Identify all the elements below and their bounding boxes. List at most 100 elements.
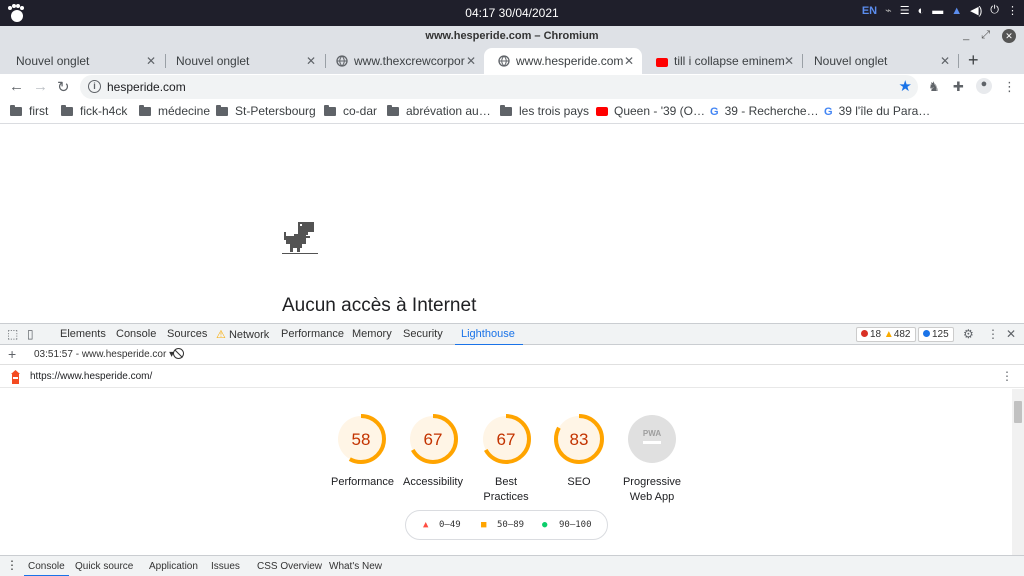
bookmark-label: 39 l'île du Para… [838, 104, 931, 118]
inspect-element-icon[interactable]: ⬚ [7, 327, 18, 341]
bookmark-star-icon[interactable]: ★ [899, 77, 912, 95]
score-label: Best Practices [483, 476, 529, 503]
close-tab-icon[interactable]: ✕ [466, 54, 476, 68]
drawer-tab-whats-new[interactable]: What's New [329, 561, 382, 572]
scrollbar-thumb[interactable] [1014, 401, 1022, 423]
close-tab-icon[interactable]: ✕ [624, 54, 634, 68]
drawer-tab-css-overview[interactable]: CSS Overview [257, 561, 322, 572]
network-off-icon[interactable]: ⌁ [885, 4, 892, 17]
dino-icon[interactable] [282, 222, 318, 256]
warning-count: 482 [893, 329, 911, 340]
address-bar[interactable]: i hesperide.com ★ [80, 75, 918, 99]
profile-avatar-icon[interactable]: ● [976, 78, 992, 94]
devtools-tab-lighthouse[interactable]: Lighthouse [455, 328, 523, 346]
bookmark-folder[interactable]: fick-h4ck [61, 104, 127, 118]
devtools-tab-console[interactable]: Console [116, 328, 156, 340]
drawer-tab-quick-source[interactable]: Quick source [75, 561, 133, 572]
drawer-tab-issues[interactable]: Issues [211, 561, 240, 572]
tab[interactable]: Nouvel onglet ✕ [162, 48, 324, 74]
menu-icon[interactable]: ☰ [900, 4, 910, 17]
device-toolbar-icon[interactable]: ▯ [27, 327, 34, 341]
drawer-tab-console[interactable]: Console [24, 561, 69, 576]
devtools-tab-security[interactable]: Security [403, 328, 443, 340]
tab[interactable]: Nouvel onglet ✕ [2, 48, 164, 74]
devtools-settings-icon[interactable]: ⚙ [963, 327, 974, 341]
tab[interactable]: till i collapse eminem ✕ [642, 48, 802, 74]
close-tab-icon[interactable]: ✕ [306, 54, 316, 68]
bookmark-item[interactable]: Queen - '39 (O… [596, 104, 705, 118]
address-url[interactable]: hesperide.com [107, 80, 186, 94]
keyboard-layout[interactable]: EN [862, 5, 877, 17]
tab[interactable]: Nouvel onglet ✕ [800, 48, 958, 74]
devtools-tab-network[interactable]: ⚠ Network [216, 328, 269, 341]
legend-pass-range: 90–100 [559, 520, 592, 530]
devtools-tab-elements[interactable]: Elements [60, 328, 106, 340]
bookmark-item[interactable]: G 39 l'île du Para… [824, 104, 930, 118]
error-icon [861, 330, 868, 337]
report-more-icon[interactable]: ⋮ [1001, 369, 1013, 383]
folder-icon [216, 105, 228, 116]
maximize-icon[interactable]: ⤢ [981, 29, 990, 43]
new-report-button[interactable]: + [8, 346, 16, 362]
lighthouse-icon [11, 370, 20, 384]
close-tab-icon[interactable]: ✕ [146, 54, 156, 68]
notification-icon[interactable]: ▲ [951, 5, 962, 17]
score-gauge-performance[interactable]: 58 Performance [331, 409, 394, 490]
browser-menu-icon[interactable]: ⋮ [1003, 79, 1016, 95]
power-icon[interactable]: ⏻ [990, 4, 999, 17]
legend-average-range: 50–89 [497, 520, 525, 530]
tab-label: Nouvel onglet [176, 54, 250, 68]
site-info-icon[interactable]: i [88, 80, 101, 93]
tab[interactable]: www.thexcrewcorpor ✕ [322, 48, 484, 74]
puzzle-extensions-icon[interactable]: ✚ [953, 79, 964, 95]
report-select-value: 03:51:57 - www.hesperide.cor [34, 349, 167, 360]
score-gauge-accessibility[interactable]: 67 Accessibility [403, 409, 463, 490]
reload-button[interactable]: ↻ [57, 78, 70, 96]
new-tab-button[interactable]: + [968, 50, 979, 71]
bookmark-folder[interactable]: St-Petersbourg [216, 104, 316, 118]
volume-icon[interactable]: ◀) [970, 4, 982, 17]
tab-label: Nouvel onglet [16, 54, 90, 68]
pass-circle-icon: ● [542, 520, 548, 530]
bookmark-label: abrévation au… [406, 104, 491, 118]
bookmark-folder[interactable]: co-dar [324, 104, 377, 118]
back-button[interactable]: ← [9, 78, 24, 95]
folder-icon[interactable]: ▬ [932, 5, 943, 17]
bookmark-folder[interactable]: abrévation au… [387, 104, 491, 118]
score-gauge-seo[interactable]: 83 SEO [549, 409, 609, 490]
bookmark-folder[interactable]: médecine [139, 104, 210, 118]
minimize-icon[interactable]: _ [963, 29, 969, 43]
bookmark-folder[interactable]: les trois pays [500, 104, 589, 118]
devtools-tab-performance[interactable]: Performance [281, 328, 344, 340]
close-tab-icon[interactable]: ✕ [940, 54, 950, 68]
issue-counts[interactable]: 18 ▲482 [856, 327, 916, 342]
pwa-badge-text: PWA [643, 429, 661, 438]
report-select[interactable]: 03:51:57 - www.hesperide.cor ▾ [34, 349, 174, 360]
bookmark-label: médecine [158, 104, 211, 118]
info-counts[interactable]: 125 [918, 327, 954, 342]
devtools-menu-icon[interactable]: ⋮ [987, 327, 999, 341]
bookmark-folder[interactable]: first [10, 104, 48, 118]
clear-reports-icon[interactable] [173, 348, 184, 359]
tab-separator [958, 54, 959, 68]
browser-toolbar: ← → ↻ i hesperide.com ★ ♞ ✚ ● ⋮ [0, 74, 1024, 100]
youtube-icon [596, 107, 608, 116]
settings-icon[interactable]: ⋮ [1007, 4, 1018, 17]
forward-button[interactable]: → [33, 78, 48, 95]
close-tab-icon[interactable]: ✕ [784, 54, 794, 68]
bookmark-item[interactable]: G 39 - Recherche… [710, 104, 819, 118]
tab-active[interactable]: www.hesperide.com ✕ [484, 48, 642, 74]
report-url[interactable]: https://www.hesperide.com/ [30, 371, 152, 382]
report-scrollbar[interactable] [1012, 389, 1024, 555]
extension-icon[interactable]: ♞ [928, 79, 940, 95]
close-window-icon[interactable]: ✕ [1002, 29, 1016, 43]
drawer-menu-icon[interactable]: ⋮ [6, 558, 18, 572]
devtools-close-icon[interactable]: ✕ [1006, 327, 1016, 341]
drawer-tab-application[interactable]: Application [149, 561, 198, 572]
warning-icon: ⚠ [216, 329, 226, 341]
score-gauge-pwa[interactable]: PWA Progressive Web App [616, 409, 688, 505]
score-gauge-best-practices[interactable]: 67 Best Practices [476, 409, 536, 505]
devtools-tab-memory[interactable]: Memory [352, 328, 392, 340]
devtools-tab-sources[interactable]: Sources [167, 328, 207, 340]
night-mode-icon[interactable]: ◐ [918, 5, 925, 17]
